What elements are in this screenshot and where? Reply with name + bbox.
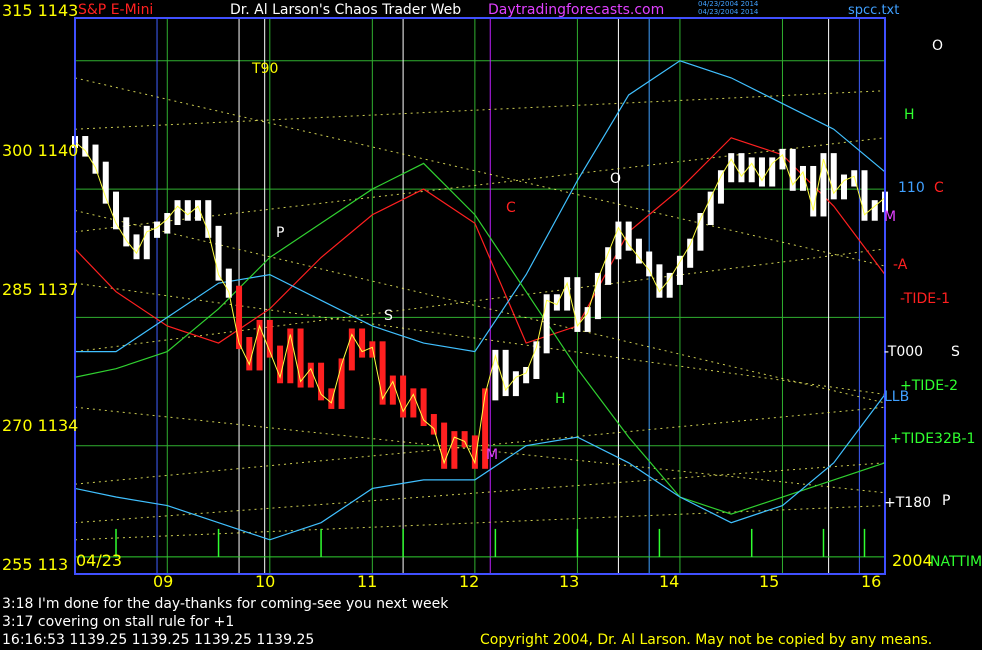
projection-line <box>74 406 886 494</box>
y-label-270: 270 1134 <box>2 416 79 435</box>
price-bar <box>184 200 191 221</box>
chart-title: S&P E-Mini <box>78 2 154 18</box>
x-tick-16: 16 <box>861 572 882 591</box>
price-average-line <box>74 141 886 465</box>
right-label-tide32b-1: +TIDE32B-1 <box>890 431 976 447</box>
grid-lines <box>75 18 886 574</box>
file-name: spcc.txt <box>848 3 900 18</box>
x-tick-10: 10 <box>255 572 276 591</box>
price-bar <box>871 200 878 221</box>
x-tick-13: 13 <box>559 572 580 591</box>
chart-stage: { "header": { "left_title": "S&P E-Mini"… <box>0 0 982 650</box>
indicator-curve <box>74 394 886 541</box>
price-bar <box>543 294 550 354</box>
x-tick-14: 14 <box>659 572 680 591</box>
right-label-nattim: NATTIM <box>930 554 982 570</box>
author-title: Dr. Al Larson's Chaos Trader Web <box>230 2 462 18</box>
price-bar <box>646 251 653 277</box>
diagonal-projection-lines <box>74 77 886 541</box>
label-t90: T90 <box>252 61 279 77</box>
price-bar <box>133 234 140 260</box>
price-bar <box>820 153 827 217</box>
price-bar <box>779 148 786 170</box>
date-stamp-2: 04/23/2004 2014 <box>698 8 759 16</box>
price-bar <box>758 157 765 187</box>
price-bar <box>174 200 181 226</box>
x-tick-15: 15 <box>759 572 780 591</box>
right-label-llb: LLB <box>884 389 910 405</box>
price-bar <box>584 307 591 332</box>
projection-line <box>74 90 886 130</box>
price-bar <box>389 375 396 405</box>
price-bar <box>523 366 530 384</box>
price-bar <box>666 272 673 298</box>
right-label-h: H <box>904 107 915 123</box>
note-line-1: 3:18 I'm done for the day-thanks for com… <box>2 596 449 612</box>
y-label-255: 255 113 <box>2 555 69 574</box>
right-label-s: S <box>951 344 960 360</box>
price-bar <box>717 170 724 204</box>
chart-plot <box>72 17 888 575</box>
site-link[interactable]: Daytradingforecasts.com <box>488 3 664 17</box>
label-m: M <box>486 447 499 463</box>
price-bar <box>236 285 243 350</box>
price-bar <box>687 238 694 268</box>
right-label-o: O <box>932 38 944 54</box>
x-tick-09: 09 <box>153 572 174 591</box>
right-label-c: C <box>934 180 944 196</box>
price-bar <box>92 144 99 174</box>
right-label-t000: -T000 <box>884 344 924 360</box>
end-year: 2004 <box>892 551 933 570</box>
price-bar <box>359 328 366 358</box>
price-series <box>72 136 888 469</box>
projection-line <box>74 505 886 541</box>
price-bar <box>123 217 130 247</box>
price-bar <box>656 264 663 298</box>
energy-spikes <box>74 528 885 558</box>
price-bar <box>430 414 437 435</box>
projection-line <box>74 209 886 404</box>
price-bar <box>410 388 417 418</box>
price-bar <box>553 294 560 311</box>
right-label-110: 110 <box>898 180 925 196</box>
label-h: H <box>555 391 566 407</box>
price-bar <box>154 221 161 238</box>
projection-line <box>74 462 886 524</box>
price-bar <box>328 388 335 409</box>
label-o: O <box>610 171 622 187</box>
label-c: C <box>506 200 516 216</box>
label-p: P <box>276 225 285 241</box>
copyright: Copyright 2004, Dr. Al Larson. May not b… <box>480 632 933 648</box>
start-date: 04/23 <box>76 551 123 570</box>
price-bar <box>738 153 745 183</box>
x-tick-11: 11 <box>357 572 378 591</box>
price-bar <box>748 157 755 183</box>
right-label-a: -A <box>893 257 908 273</box>
right-label-t180: +T180 <box>884 495 932 511</box>
y-label-300: 300 1140 <box>2 141 79 160</box>
price-bar <box>625 221 632 251</box>
price-bar <box>728 153 735 183</box>
plot-frame <box>74 17 886 575</box>
note-line-2: 3:17 covering on stall rule for +1 <box>2 614 235 630</box>
price-bar <box>840 174 847 200</box>
y-label-315: 315 1143 <box>2 1 79 20</box>
label-s: S <box>384 308 393 324</box>
price-bar <box>676 255 683 285</box>
vertical-time-lines <box>156 18 860 574</box>
x-tick-12: 12 <box>459 572 480 591</box>
right-label-p: P <box>942 493 951 509</box>
right-label-tide-1: -TIDE-1 <box>900 291 951 307</box>
price-bar <box>215 225 222 281</box>
y-label-285: 285 1137 <box>2 280 79 299</box>
price-bar <box>512 371 519 397</box>
right-label-m: M <box>884 209 897 225</box>
date-stamp-1: 04/23/2004 2014 <box>698 0 759 8</box>
quote-line: 16:16:53 1139.25 1139.25 1139.25 1139.25 <box>2 632 315 648</box>
